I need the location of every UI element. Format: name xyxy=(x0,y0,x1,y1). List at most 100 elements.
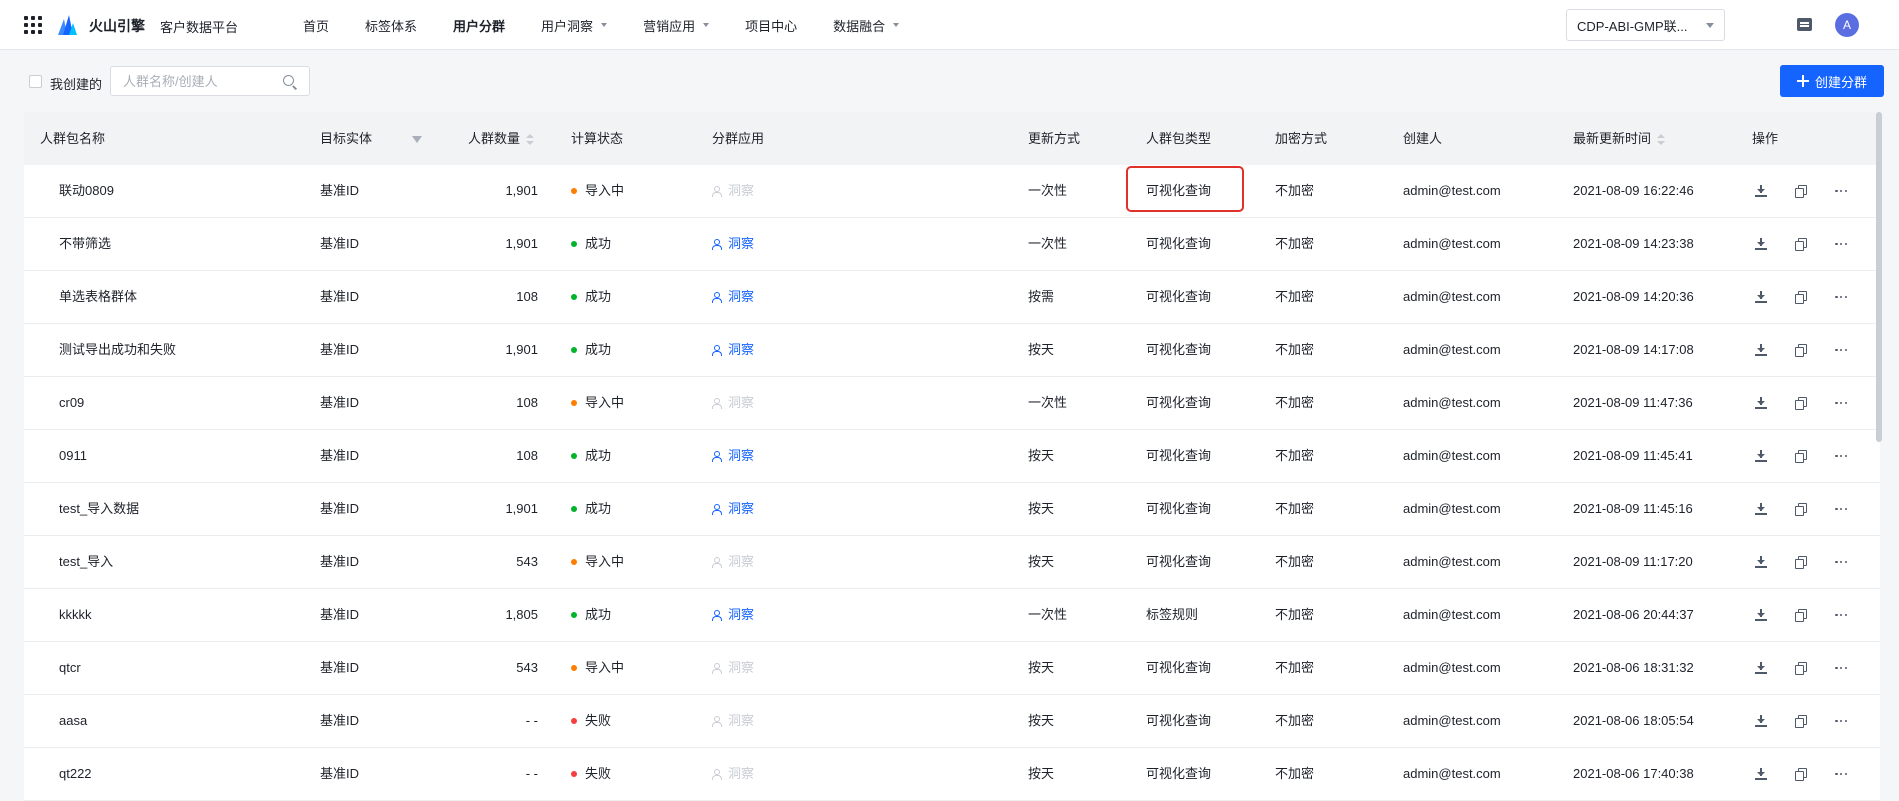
download-icon[interactable] xyxy=(1755,397,1767,409)
table-row[interactable]: 单选表格群体 基准ID 可视化查询 按需 不加密 admin@test.com 2021-0… xyxy=(24,271,1880,324)
user-group-icon xyxy=(712,344,724,356)
avatar[interactable]: A xyxy=(1835,13,1859,37)
cell-status: 成功 xyxy=(571,589,611,641)
copy-icon[interactable] xyxy=(1795,609,1807,622)
user-group-icon xyxy=(712,185,724,197)
col-count-header[interactable]: 人群数量 xyxy=(468,112,535,165)
nav-item-label: 项目中心 xyxy=(745,18,798,34)
download-icon[interactable] xyxy=(1755,503,1767,515)
col-entity-header: 目标实体 xyxy=(320,112,423,165)
table-row[interactable]: 联动0809 基准ID 可视化查询 一次性 不加密 admin@test.com 2021-… xyxy=(24,165,1880,218)
sort-icon[interactable] xyxy=(526,133,535,146)
insight-link: 洞察 xyxy=(712,377,754,429)
more-icon[interactable] xyxy=(1835,662,1847,674)
filter-icon[interactable] xyxy=(412,136,423,144)
copy-icon[interactable] xyxy=(1795,662,1807,675)
nav-item-6[interactable]: 数据融合 xyxy=(833,16,900,35)
copy-icon[interactable] xyxy=(1795,291,1807,304)
more-icon[interactable] xyxy=(1835,238,1847,250)
plus-icon xyxy=(1796,75,1809,87)
cell-name: 0911 xyxy=(59,448,87,463)
table-row[interactable]: test_导入 基准ID 可视化查询 按天 不加密 admin@test.com 2021-… xyxy=(24,536,1880,589)
cell-encrypt: 不加密 xyxy=(1275,395,1315,410)
insight-link[interactable]: 洞察 xyxy=(712,271,754,323)
more-icon[interactable] xyxy=(1835,397,1847,409)
cell-status: 导入中 xyxy=(571,165,624,217)
nav-item-2[interactable]: 用户分群 xyxy=(453,16,505,35)
cell-creator: admin@test.com xyxy=(1403,501,1501,516)
search-input[interactable] xyxy=(123,73,273,89)
nav-item-4[interactable]: 营销应用 xyxy=(643,16,710,35)
table-row[interactable]: kkkkk 基准ID 标签规则 一次性 不加密 admin@test.com 2021-08… xyxy=(24,589,1880,642)
download-icon[interactable] xyxy=(1755,185,1767,197)
table-scrollbar[interactable] xyxy=(1876,112,1882,442)
copy-icon[interactable] xyxy=(1795,185,1807,198)
download-icon[interactable] xyxy=(1755,609,1767,621)
table-row[interactable]: 测试导出成功和失败 基准ID 可视化查询 按天 不加密 admin@test.com 202… xyxy=(24,324,1880,377)
app-grid-icon[interactable] xyxy=(24,16,42,34)
cell-entity: 基准ID xyxy=(320,183,360,198)
cell-type: 可视化查询 xyxy=(1146,395,1212,410)
sort-icon[interactable] xyxy=(1657,133,1666,146)
table-row[interactable]: 0911 基准ID 可视化查询 按天 不加密 admin@test.com 2021-08-… xyxy=(24,430,1880,483)
download-icon[interactable] xyxy=(1755,291,1767,303)
nav-item-5[interactable]: 项目中心 xyxy=(745,16,797,35)
download-icon[interactable] xyxy=(1755,450,1767,462)
cell-type: 可视化查询 xyxy=(1146,289,1212,304)
my-created-checkbox[interactable] xyxy=(29,75,42,88)
more-icon[interactable] xyxy=(1835,344,1847,356)
download-icon[interactable] xyxy=(1755,715,1767,727)
insight-link[interactable]: 洞察 xyxy=(712,430,754,482)
table-row[interactable]: qtcr 基准ID 可视化查询 按天 不加密 admin@test.com 2021-08-… xyxy=(24,642,1880,695)
create-segment-button[interactable]: 创建分群 xyxy=(1780,65,1884,97)
nav-item-3[interactable]: 用户洞察 xyxy=(541,16,608,35)
insight-link[interactable]: 洞察 xyxy=(712,589,754,641)
tenant-select[interactable]: CDP-ABI-GMP联... xyxy=(1566,9,1725,41)
segment-table: 人群包名称 目标实体 人群数量 计算状态 分群应用 更新方式 人群包类型 加密方… xyxy=(24,112,1880,801)
chevron-down-icon xyxy=(601,23,608,27)
insight-link[interactable]: 洞察 xyxy=(712,324,754,376)
more-icon[interactable] xyxy=(1835,185,1847,197)
cell-encrypt: 不加密 xyxy=(1275,607,1315,622)
cell-update: 按天 xyxy=(1028,448,1055,463)
download-icon[interactable] xyxy=(1755,344,1767,356)
table-row[interactable]: test_导入数据 基准ID 可视化查询 按天 不加密 admin@test.com 202… xyxy=(24,483,1880,536)
table-row[interactable]: cr09 基准ID 可视化查询 一次性 不加密 admin@test.com 2021-08… xyxy=(24,377,1880,430)
search-icon[interactable] xyxy=(283,75,294,86)
col-update-header: 更新方式 xyxy=(1028,131,1081,146)
copy-icon[interactable] xyxy=(1795,450,1807,463)
copy-icon[interactable] xyxy=(1795,344,1807,357)
col-entity-label: 目标实体 xyxy=(320,131,373,146)
download-icon[interactable] xyxy=(1755,556,1767,568)
copy-icon[interactable] xyxy=(1795,768,1807,781)
row-actions xyxy=(1755,642,1875,694)
nav-item-1[interactable]: 标签体系 xyxy=(365,16,417,35)
more-icon[interactable] xyxy=(1835,768,1847,780)
message-icon[interactable] xyxy=(1797,18,1812,31)
more-icon[interactable] xyxy=(1835,291,1847,303)
table-row[interactable]: aasa 基准ID 可视化查询 按天 不加密 admin@test.com 2021-08-… xyxy=(24,695,1880,748)
download-icon[interactable] xyxy=(1755,768,1767,780)
more-icon[interactable] xyxy=(1835,556,1847,568)
copy-icon[interactable] xyxy=(1795,397,1807,410)
nav-item-0[interactable]: 首页 xyxy=(303,16,329,35)
table-row[interactable]: 不带筛选 基准ID 可视化查询 一次性 不加密 admin@test.com 2021-08… xyxy=(24,218,1880,271)
table-row[interactable]: qt222 基准ID 可视化查询 按天 不加密 admin@test.com 2021-08… xyxy=(24,748,1880,801)
download-icon[interactable] xyxy=(1755,238,1767,250)
col-time-header[interactable]: 最新更新时间 xyxy=(1573,112,1666,165)
insight-link[interactable]: 洞察 xyxy=(712,483,754,535)
more-icon[interactable] xyxy=(1835,450,1847,462)
copy-icon[interactable] xyxy=(1795,503,1807,516)
cell-update: 按天 xyxy=(1028,342,1055,357)
copy-icon[interactable] xyxy=(1795,238,1807,251)
cell-status: 成功 xyxy=(571,324,611,376)
copy-icon[interactable] xyxy=(1795,556,1807,569)
status-dot-icon xyxy=(571,558,577,565)
download-icon[interactable] xyxy=(1755,662,1767,674)
more-icon[interactable] xyxy=(1835,609,1847,621)
copy-icon[interactable] xyxy=(1795,715,1807,728)
status-label: 导入中 xyxy=(585,554,625,569)
insight-link[interactable]: 洞察 xyxy=(712,218,754,270)
more-icon[interactable] xyxy=(1835,503,1847,515)
more-icon[interactable] xyxy=(1835,715,1847,727)
